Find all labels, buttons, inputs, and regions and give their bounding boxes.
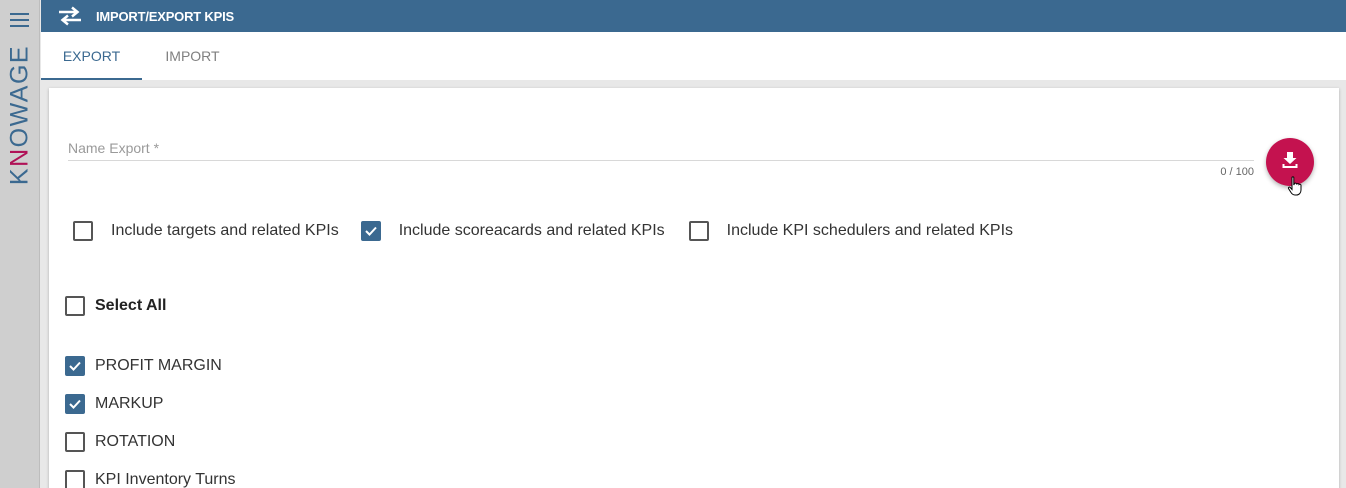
select-all-checkbox[interactable] — [65, 296, 85, 316]
knowage-logo: KNOWAGE — [5, 44, 34, 186]
name-export-input[interactable] — [68, 135, 1254, 161]
include-scorecards-label: Include scoreacards and related KPIs — [398, 222, 665, 239]
page-title: IMPORT/EXPORT KPIS — [96, 8, 234, 24]
include-schedulers-checkbox[interactable] — [688, 221, 709, 241]
kpi-checkbox[interactable] — [65, 470, 85, 488]
name-export-field: 0 / 100 — [68, 135, 1254, 178]
download-icon — [1280, 150, 1300, 175]
include-schedulers-label: Include KPI schedulers and related KPIs — [726, 222, 1014, 239]
tab-bar: EXPORT IMPORT — [41, 32, 1346, 80]
list-item[interactable]: KPI Inventory Turns — [65, 470, 236, 488]
tab-export[interactable]: EXPORT — [41, 32, 142, 80]
sidebar: KNOWAGE — [0, 0, 40, 488]
hand-cursor-icon — [1287, 176, 1303, 201]
list-item[interactable]: ROTATION — [65, 432, 236, 452]
include-schedulers-option[interactable]: Include KPI schedulers and related KPIs — [688, 221, 1014, 241]
include-targets-label: Include targets and related KPIs — [111, 222, 339, 239]
kpi-checkbox[interactable] — [65, 356, 85, 376]
list-item[interactable]: PROFIT MARGIN — [65, 356, 236, 376]
kpi-checkbox[interactable] — [65, 432, 85, 452]
header-bar: IMPORT/EXPORT KPIS — [41, 0, 1346, 32]
swap-arrows-icon — [57, 6, 83, 26]
kpi-checkbox[interactable] — [65, 394, 85, 414]
export-card: 0 / 100 Include targets and related KPIs… — [49, 88, 1339, 488]
include-scorecards-option[interactable]: Include scoreacards and related KPIs — [360, 221, 665, 241]
tab-import[interactable]: IMPORT — [142, 32, 243, 80]
char-counter: 0 / 100 — [1220, 166, 1254, 178]
select-all-option[interactable]: Select All — [65, 296, 166, 316]
list-item[interactable]: MARKUP — [65, 394, 236, 414]
select-all-label: Select All — [95, 297, 167, 314]
kpi-label: ROTATION — [95, 433, 176, 450]
menu-icon[interactable] — [10, 13, 29, 27]
kpi-list: PROFIT MARGIN MARKUP ROTATION KPI Invent… — [65, 356, 236, 488]
include-scorecards-checkbox[interactable] — [360, 221, 381, 241]
include-targets-checkbox[interactable] — [73, 221, 93, 241]
include-options: Include targets and related KPIs Include… — [73, 221, 1013, 241]
kpi-label: MARKUP — [95, 395, 164, 412]
kpi-label: PROFIT MARGIN — [95, 357, 222, 374]
include-targets-option[interactable]: Include targets and related KPIs — [73, 221, 339, 241]
kpi-label: KPI Inventory Turns — [95, 471, 236, 488]
